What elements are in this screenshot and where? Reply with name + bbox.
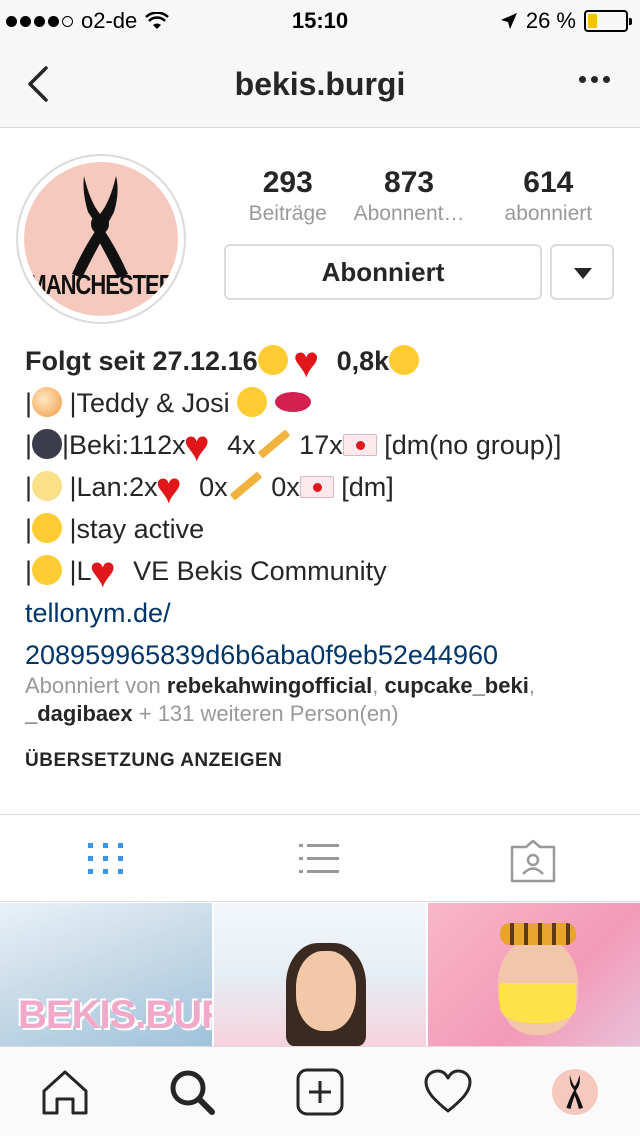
post-thumbnail[interactable]: BEKIS.BURGI xyxy=(0,903,212,1046)
battery-icon xyxy=(584,10,632,32)
followed-by-prefix: Abonniert von xyxy=(25,673,161,698)
profile-avatar[interactable]: MANCHESTER xyxy=(24,162,178,316)
more-options-icon[interactable] xyxy=(579,76,610,83)
stat-posts-label: Beiträge xyxy=(248,202,327,225)
bottom-tab-bar xyxy=(0,1046,640,1136)
smirk-face-icon xyxy=(237,387,268,417)
followed-by-more: + 131 weiteren Person(en) xyxy=(138,701,399,726)
bio-beki-pencil-count: 4x xyxy=(227,430,256,460)
followed-by-user[interactable]: rebekahwingofficial xyxy=(167,673,372,698)
post-figure-ears xyxy=(500,923,576,945)
halo-face-icon xyxy=(32,513,63,543)
navigation-bar: bekis.burgi xyxy=(0,40,640,128)
love-letter-icon xyxy=(342,434,377,456)
grid-icon xyxy=(88,843,123,874)
stat-following-count: 614 xyxy=(523,166,574,199)
heart-icon[interactable] xyxy=(423,1067,473,1117)
bio-line-6: | |L VE Bekis Community xyxy=(25,543,625,603)
red-heart-icon xyxy=(184,417,220,477)
profile-avatar-icon[interactable] xyxy=(552,1069,598,1115)
post-caption-overlay: BEKIS.BURGI xyxy=(18,993,212,1037)
followed-by-user[interactable]: cupcake_beki xyxy=(385,673,529,698)
posts-grid: BEKIS.BURGI xyxy=(0,903,640,1046)
bio-stay-active: |stay active xyxy=(69,514,205,544)
bio-lan-mail-count: 0x xyxy=(271,472,300,502)
battery-percent: 26 % xyxy=(525,8,576,33)
bio-beki-mail-count: 17x xyxy=(299,430,343,460)
profile-bio: Folgt seit 27.12.16 0,8k | |Teddy & Josi… xyxy=(25,333,625,676)
ribbon-bunny-logo-icon xyxy=(566,1074,584,1110)
bio-beki-dm: [dm(no group)] xyxy=(384,430,562,460)
post-thumbnail[interactable] xyxy=(214,903,426,1046)
search-icon[interactable] xyxy=(167,1067,217,1117)
add-post-icon[interactable] xyxy=(295,1067,345,1117)
profile-view-tabs xyxy=(0,814,640,902)
bio-beki-count: |Beki:112x xyxy=(62,430,186,460)
bio-teddy-josi: |Teddy & Josi xyxy=(69,388,230,418)
bio-love-prefix: |L xyxy=(69,556,92,586)
status-bar: o2-de 15:10 26 % xyxy=(0,0,640,40)
pencil-icon xyxy=(257,429,291,459)
love-letter-icon xyxy=(299,476,334,498)
full-moon-face-icon xyxy=(32,471,63,501)
tagged-person-icon xyxy=(510,839,556,883)
bio-line-3: ||Beki:112x 4x 17x [dm(no group)] xyxy=(25,417,625,477)
stat-followers[interactable]: 873 Abonnent… xyxy=(329,166,488,228)
bio-line-2: | |Teddy & Josi xyxy=(25,382,625,424)
profile-stats: 293 Beiträge 873 Abonnent… 614 abonniert xyxy=(238,166,608,228)
heart-eyes-icon xyxy=(389,345,420,375)
bio-link-line-2[interactable]: 208959965839d6b6aba0f9eb52e44960 xyxy=(25,634,625,676)
red-heart-icon xyxy=(156,459,192,519)
post-figure-mask xyxy=(500,983,576,1023)
crying-face-icon xyxy=(257,345,288,375)
status-right-group: 26 % xyxy=(500,8,632,34)
avatar-caption: MANCHESTER xyxy=(28,268,174,300)
location-arrow-icon xyxy=(500,13,517,29)
bio-count: 0,8k xyxy=(336,346,390,376)
post-figure-face xyxy=(296,951,356,1031)
stat-following-label: abonniert xyxy=(504,202,593,225)
comet-icon xyxy=(32,387,63,417)
stat-posts[interactable]: 293 Beiträge xyxy=(238,166,337,228)
pencil-icon xyxy=(229,471,263,501)
bio-lan-count: |Lan:2x xyxy=(69,472,158,502)
stat-following[interactable]: 614 abonniert xyxy=(489,166,608,228)
bio-line-1: Folgt seit 27.12.16 0,8k xyxy=(25,333,625,393)
bio-community: VE Bekis Community xyxy=(133,556,387,586)
new-moon-face-icon xyxy=(32,429,63,459)
stat-followers-count: 873 xyxy=(384,166,435,199)
red-heart-icon xyxy=(293,333,329,393)
followed-by-user[interactable]: _dagibaex xyxy=(25,701,133,726)
kiss-mark-icon xyxy=(274,392,311,412)
post-thumbnail[interactable] xyxy=(428,903,640,1046)
following-button[interactable]: Abonniert xyxy=(224,244,542,300)
suggestions-dropdown-button[interactable] xyxy=(550,244,614,300)
stat-followers-label: Abonnent… xyxy=(353,202,465,225)
stat-posts-count: 293 xyxy=(262,166,313,199)
bio-line-4: | |Lan:2x 0x 0x [dm] xyxy=(25,459,625,519)
smirk-face-icon xyxy=(32,555,63,585)
home-icon[interactable] xyxy=(40,1067,90,1117)
bio-followed-since: Folgt seit 27.12.16 xyxy=(25,346,258,376)
followed-by-text[interactable]: Abonniert von rebekahwingofficial, cupca… xyxy=(25,672,625,728)
tab-list-view[interactable] xyxy=(213,815,426,903)
list-icon xyxy=(299,844,339,873)
tab-grid-view[interactable] xyxy=(0,815,213,903)
tab-tagged[interactable] xyxy=(426,815,639,903)
bio-lan-dm: [dm] xyxy=(341,472,394,502)
show-translation-link[interactable]: ÜBERSETZUNG ANZEIGEN xyxy=(25,750,282,772)
profile-username-title: bekis.burgi xyxy=(234,66,406,102)
red-heart-icon xyxy=(90,543,126,603)
